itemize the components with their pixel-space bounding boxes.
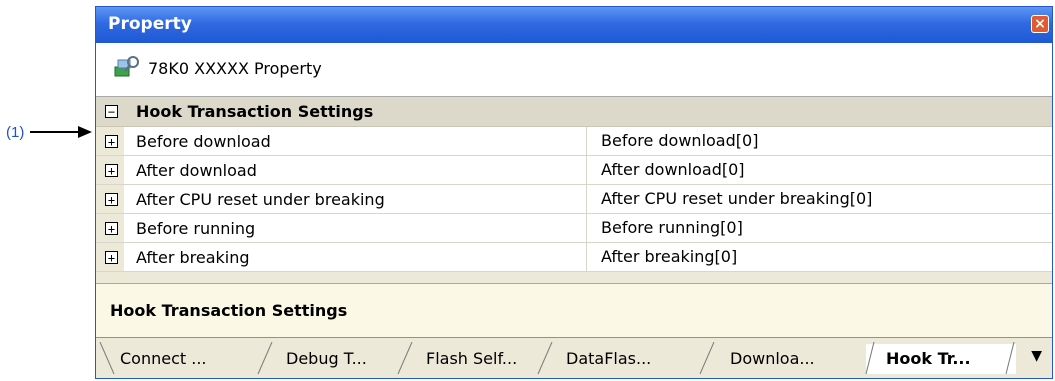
property-icon xyxy=(114,56,139,77)
property-row-before-download[interactable]: + Before download Before download[0] xyxy=(96,127,1052,156)
title-bar[interactable]: Property × xyxy=(96,7,1052,43)
property-value[interactable]: Before download[0] xyxy=(586,127,758,155)
property-name: After download xyxy=(136,161,257,180)
callout-1: (1) xyxy=(6,120,93,144)
description-title: Hook Transaction Settings xyxy=(110,301,348,320)
category-row[interactable]: − Hook Transaction Settings xyxy=(96,97,1052,127)
tab-divider xyxy=(99,342,1015,375)
window-title: Property xyxy=(108,14,192,34)
property-value[interactable]: Before running[0] xyxy=(586,214,743,242)
category-label: Hook Transaction Settings xyxy=(136,102,374,121)
collapse-icon[interactable]: − xyxy=(105,105,118,118)
description-area: Hook Transaction Settings xyxy=(96,283,1052,337)
property-name: After CPU reset under breaking xyxy=(136,190,385,209)
property-row-before-running[interactable]: + Before running Before running[0] xyxy=(96,214,1052,243)
property-header: 78K0 XXXXX Property xyxy=(96,43,1052,97)
expand-icon[interactable]: + xyxy=(105,193,118,206)
property-row-after-download[interactable]: + After download After download[0] xyxy=(96,156,1052,185)
property-value[interactable]: After breaking[0] xyxy=(586,243,737,271)
close-button[interactable]: × xyxy=(1031,15,1049,33)
expand-icon[interactable]: + xyxy=(105,135,118,148)
property-grid: − Hook Transaction Settings + Before dow… xyxy=(96,97,1052,272)
callout-arrow-icon xyxy=(30,126,93,138)
property-name: After breaking xyxy=(136,248,250,267)
tab-strip: Connect ... Debug T... Flash Self... Dat… xyxy=(96,337,1052,378)
property-name: Before running xyxy=(136,219,256,238)
property-panel: Property × 78K0 XXXXX Property − Hook Tr… xyxy=(95,6,1053,379)
expand-icon[interactable]: + xyxy=(105,164,118,177)
property-row-after-breaking[interactable]: + After breaking After breaking[0] xyxy=(96,243,1052,272)
expand-icon[interactable]: + xyxy=(105,222,118,235)
callout-label: (1) xyxy=(6,123,25,141)
property-header-title: 78K0 XXXXX Property xyxy=(148,59,322,78)
property-value[interactable]: After CPU reset under breaking[0] xyxy=(586,185,872,213)
tab-menu-icon[interactable]: ▼ xyxy=(1031,348,1042,364)
close-icon: × xyxy=(1034,16,1046,32)
expand-icon[interactable]: + xyxy=(105,251,118,264)
property-row-after-cpu-reset[interactable]: + After CPU reset under breaking After C… xyxy=(96,185,1052,214)
property-value[interactable]: After download[0] xyxy=(586,156,745,184)
property-name: Before download xyxy=(136,132,271,151)
